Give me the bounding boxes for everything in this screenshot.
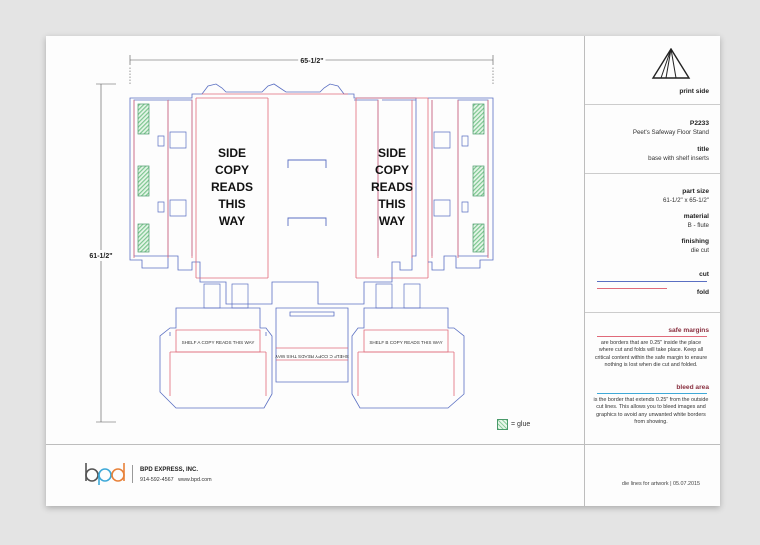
side-copy-right-line: SIDE <box>378 146 406 160</box>
safe-margins-label: safe margins <box>668 327 709 334</box>
cut-line-swatch <box>597 281 707 282</box>
finishing-value: die cut <box>690 247 709 254</box>
company-website: www.bpd.com <box>178 477 212 483</box>
dieline-main <box>129 83 429 305</box>
material-label: material <box>683 213 709 220</box>
logo-separator <box>132 465 133 483</box>
job-number: P2233 <box>689 120 709 127</box>
flap-slots <box>157 131 469 217</box>
side-copy-left-line: SIDE <box>218 146 246 160</box>
fold-label: fold <box>696 289 709 296</box>
shelf-b-copy: SHELF B COPY READS THIS WAY <box>369 340 442 345</box>
side-copy-left-line: READS <box>211 180 253 194</box>
shelf-insert-center <box>275 307 349 383</box>
side-copy-right: SIDE COPY READS THIS WAY <box>371 146 413 228</box>
side-copy-left-line: COPY <box>215 163 249 177</box>
bleed-area-label: bleed area <box>676 384 709 391</box>
glue-legend-label: = glue <box>511 421 531 428</box>
cut-label: cut <box>699 271 709 278</box>
rule <box>585 173 720 174</box>
artwork-sheet: 65-1/2" 61-1/2" SIDE COPY READS THIS WAY… <box>46 36 720 506</box>
company-phone: 914-592-4567 <box>140 477 174 483</box>
company-contact: 914-592-4567 www.bpd.com <box>140 477 212 483</box>
height-label: 61-1/2" <box>89 253 112 260</box>
bleed-area-swatch <box>597 393 707 394</box>
material-value: B - flute <box>687 222 709 229</box>
shelf-c-copy: SHELF C COPY READS THIS WAY <box>275 354 349 359</box>
shelf-insert-left <box>159 307 273 409</box>
shelf-a-copy: SHELF A COPY READS THIS WAY <box>182 340 255 345</box>
glue-swatch <box>497 419 508 430</box>
bleed-area-text: is the border that extends 0.25" from th… <box>593 397 709 425</box>
finishing-label: finishing <box>681 238 709 245</box>
glue-legend: = glue <box>497 419 530 430</box>
dieline-drawing: 65-1/2" 61-1/2" SIDE COPY READS THIS WAY… <box>86 55 494 423</box>
rule <box>585 312 720 313</box>
side-copy-right-line: COPY <box>375 163 409 177</box>
job-name: Peet's Safeway Floor Stand <box>632 129 709 136</box>
safe-margins-text: are borders that are 0.25" inside the pl… <box>594 340 708 368</box>
side-copy-left: SIDE COPY READS THIS WAY <box>211 146 253 228</box>
company-name: BPD EXPRESS, INC. <box>140 467 199 473</box>
part-size-value: 61-1/2" x 65-1/2" <box>662 197 709 204</box>
footer-note: die lines for artwork | 05.07.2015 <box>621 481 700 487</box>
fold-line-swatch <box>597 288 667 289</box>
bpd-logo <box>85 463 125 485</box>
print-side-label: print side <box>679 88 709 95</box>
side-copy-left-line: THIS <box>218 197 245 211</box>
title-label: title <box>697 146 709 153</box>
print-side-icon <box>651 48 691 79</box>
width-label: 65-1/2" <box>300 58 323 65</box>
side-copy-left-line: WAY <box>219 214 245 228</box>
side-copy-right-line: THIS <box>378 197 405 211</box>
side-copy-right-line: READS <box>371 180 413 194</box>
footer: BPD EXPRESS, INC. 914-592-4567 www.bpd.c… <box>46 445 720 506</box>
side-copy-right-line: WAY <box>379 214 405 228</box>
part-size-label: part size <box>682 188 709 195</box>
center-slots <box>287 159 327 226</box>
title-block: print side P2233 Peet's Safeway Floor St… <box>585 36 720 444</box>
rule <box>585 104 720 105</box>
title-value: base with shelf inserts <box>648 155 709 162</box>
shelf-insert-right <box>351 307 465 409</box>
safe-margin-swatch <box>597 336 707 337</box>
